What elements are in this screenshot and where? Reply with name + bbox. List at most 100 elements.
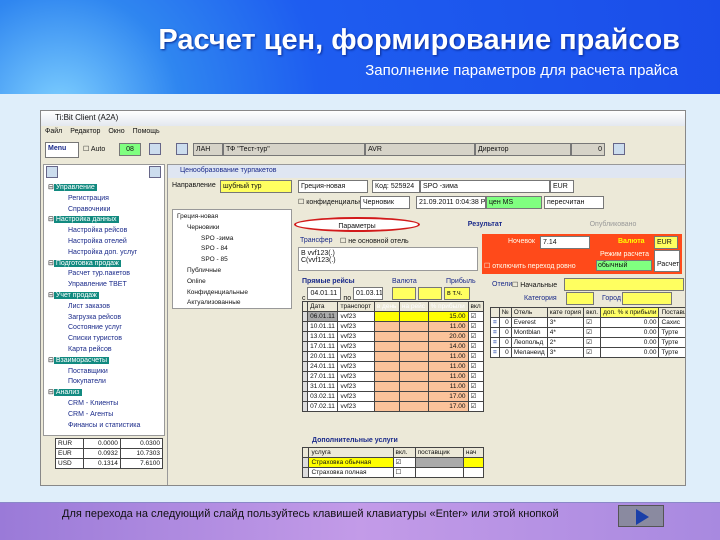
per-day-cell[interactable] — [373, 321, 400, 332]
nav-item[interactable]: CRM - Агенты — [48, 410, 164, 421]
tool-icon[interactable] — [176, 143, 188, 155]
column-header[interactable]: % прибыли — [427, 301, 469, 312]
start-cell[interactable] — [462, 467, 485, 478]
include-checkbox[interactable]: ☑ — [467, 321, 484, 332]
include-checkbox[interactable]: ☑ — [467, 401, 484, 412]
next-slide-button[interactable] — [618, 505, 664, 527]
per-day-cell[interactable] — [373, 361, 400, 372]
exit-icon[interactable] — [613, 143, 625, 155]
table-row[interactable]: =0Everest3*☑0.00СахисХало — [490, 317, 685, 328]
nav-item[interactable]: Управление ТВЕТ — [48, 280, 164, 291]
column-header[interactable]: поставщик — [414, 447, 464, 458]
refresh-icon[interactable] — [46, 166, 58, 178]
include-checkbox[interactable]: ☑ — [467, 351, 484, 362]
nav-item[interactable]: Покупатели — [48, 377, 164, 388]
table-row[interactable]: Страховка полная ☐ — [301, 467, 485, 478]
table-row[interactable]: =0Montblan4*☑0.00ТуртеХало — [490, 327, 685, 338]
include-checkbox[interactable]: ☑ — [583, 317, 602, 328]
nav-group[interactable]: ⊟ Настройка данных — [48, 215, 164, 226]
nav-item[interactable]: Настройка отелей — [48, 237, 164, 248]
column-header[interactable]: Дата — [307, 301, 339, 312]
table-row[interactable]: =0Леопольд2*☑0.00Туртес.Коз — [490, 337, 685, 348]
table-row[interactable]: 03.02.11 vvf23 17.00 ☑ — [301, 391, 484, 402]
column-header[interactable]: доп. % к прибыли — [600, 307, 660, 318]
table-row[interactable]: 27.01.11 vvf23 11.00 ☑ — [301, 371, 484, 382]
table-row[interactable]: 06.01.11 vvf23 15.00 ☑ — [301, 311, 484, 322]
profit-cell[interactable]: 11.00 — [427, 371, 469, 382]
per-day-cell[interactable] — [373, 371, 400, 382]
column-header[interactable]: в день — [373, 301, 400, 312]
per-flight-cell[interactable] — [398, 341, 429, 352]
include-checkbox[interactable]: ☑ — [583, 337, 602, 348]
country-field[interactable]: Греция-новая — [298, 180, 368, 193]
nav-group[interactable]: ⊟ Управление — [48, 183, 164, 194]
flights-profit-field[interactable]: в т.ч. — [444, 287, 470, 300]
table-row[interactable]: Страховка обычная ☑ — [301, 457, 485, 468]
initial-checkbox[interactable]: ☐ Начальные — [512, 281, 557, 289]
per-flight-cell[interactable] — [398, 381, 429, 392]
profit-cell[interactable]: 11.00 — [427, 321, 469, 332]
nav-item[interactable]: Карта рейсов — [48, 345, 164, 356]
sep-checkbox[interactable]: ☐ отключить переход ровно — [484, 262, 576, 270]
table-row[interactable]: 24.01.11 vvf23 11.00 ☑ — [301, 361, 484, 372]
nav-item[interactable]: Настройка рейсов — [48, 226, 164, 237]
include-checkbox[interactable]: ☑ — [392, 457, 416, 468]
menu-window[interactable]: Окно — [108, 128, 124, 135]
profit-cell[interactable]: 11.00 — [427, 361, 469, 372]
pin-icon[interactable] — [149, 166, 161, 178]
city-field[interactable] — [622, 292, 672, 305]
calc-button[interactable]: Расчет — [654, 250, 680, 272]
include-checkbox[interactable]: ☑ — [583, 347, 602, 358]
column-header[interactable]: транспорт — [337, 301, 375, 312]
equals-icon[interactable]: = — [490, 317, 500, 328]
equals-icon[interactable]: = — [490, 327, 500, 338]
mode-field[interactable]: обычный — [596, 260, 652, 271]
nights-field[interactable]: 7.14 — [540, 236, 590, 249]
include-checkbox[interactable]: ☐ — [392, 467, 416, 478]
flights-cur-field2[interactable] — [418, 287, 442, 300]
include-checkbox[interactable]: ☑ — [467, 311, 484, 322]
table-row[interactable]: 07.02.11 vvf23 17.00 ☑ — [301, 401, 484, 412]
nav-item[interactable]: Настройка доп. услуг — [48, 248, 164, 259]
profit-cell[interactable]: 17.00 — [427, 401, 469, 412]
price-tree-item[interactable]: Online — [177, 277, 287, 288]
user-icon[interactable] — [149, 143, 161, 155]
direction-field[interactable]: шубный тур — [220, 180, 292, 193]
menu-file[interactable]: Файл — [45, 128, 62, 135]
nav-item[interactable]: Лист заказов — [48, 302, 164, 313]
per-flight-cell[interactable] — [398, 391, 429, 402]
supplier-cell[interactable] — [414, 467, 464, 478]
column-header[interactable]: вкл. — [583, 307, 602, 318]
table-row[interactable]: 31.01.11 vvf23 11.00 ☑ — [301, 381, 484, 392]
nav-item[interactable]: Регистрация — [48, 194, 164, 205]
per-day-cell[interactable] — [373, 391, 400, 402]
nav-item[interactable]: Списки туристов — [48, 334, 164, 345]
per-flight-cell[interactable] — [398, 361, 429, 372]
nav-item[interactable]: Расчет тур.пакетов — [48, 269, 164, 280]
column-header[interactable]: № — [498, 307, 512, 318]
nav-item[interactable]: Справочники — [48, 205, 164, 216]
profit-cell[interactable]: 20.00 — [427, 331, 469, 342]
tab-published[interactable]: Опубликовано — [548, 217, 678, 232]
nav-group[interactable]: ⊟ Взаиморасчеты — [48, 356, 164, 367]
per-day-cell[interactable] — [373, 311, 400, 322]
flights-cur-field[interactable] — [392, 287, 416, 300]
menu-help[interactable]: Помощь — [133, 128, 160, 135]
per-flight-cell[interactable] — [398, 371, 429, 382]
include-checkbox[interactable]: ☑ — [467, 341, 484, 352]
per-day-cell[interactable] — [373, 341, 400, 352]
profit-cell[interactable]: 15.00 — [427, 311, 469, 322]
column-header[interactable]: на рейс — [398, 301, 429, 312]
include-checkbox[interactable]: ☑ — [467, 331, 484, 342]
nav-item[interactable]: Состояние услуг — [48, 323, 164, 334]
tab-parameters[interactable]: Параметры — [294, 217, 420, 232]
column-header[interactable]: кате гория — [546, 307, 585, 318]
table-row[interactable]: =0Меланеид3*☑0.00Туртес.Кор — [490, 347, 685, 358]
nav-item[interactable]: CRM - Клиенты — [48, 399, 164, 410]
initial-field[interactable] — [564, 278, 684, 291]
include-checkbox[interactable]: ☑ — [583, 327, 602, 338]
menu-button[interactable]: Menu — [45, 142, 79, 158]
profit-cell[interactable]: 11.00 — [427, 351, 469, 362]
hotel-checkbox[interactable]: ☐ не основной отель — [340, 237, 409, 245]
tab-result[interactable]: Результат — [430, 217, 540, 232]
